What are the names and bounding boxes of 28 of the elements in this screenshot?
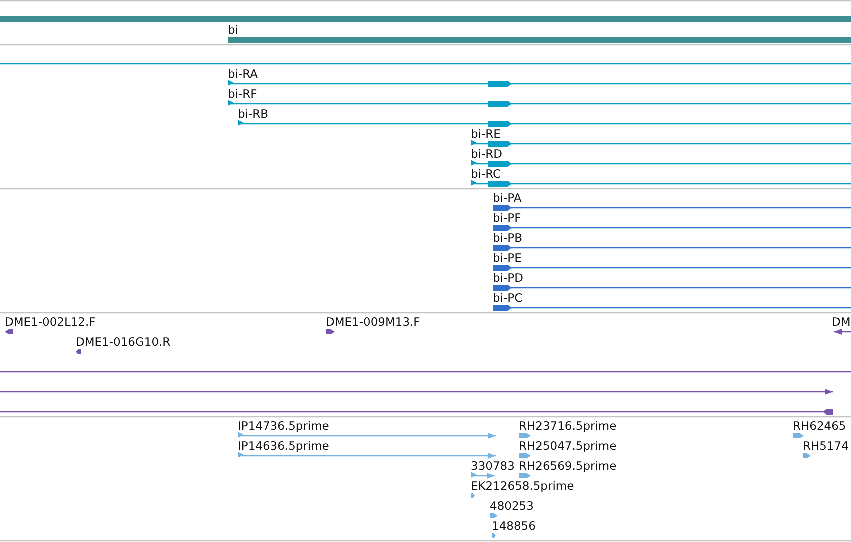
- feature-label: bi-PF: [493, 211, 522, 225]
- feature-label: DME1-016G10.R: [76, 335, 171, 349]
- feature-label: IP14636.5prime: [238, 439, 330, 453]
- feature-label: 148856: [492, 519, 536, 533]
- feature-label: RH23716.5prime: [519, 419, 617, 433]
- feature-label: bi-RC: [471, 167, 502, 181]
- feature-label: bi-RD: [471, 147, 502, 161]
- feature-label: bi-PC: [493, 291, 523, 305]
- feature-label: bi-PD: [493, 271, 524, 285]
- feature-label: bi-RF: [228, 87, 258, 101]
- feature-label: bi-RE: [471, 127, 501, 141]
- feature-label: EK212658.5prime: [471, 479, 574, 493]
- feature-label: bi: [228, 23, 238, 37]
- feature-label: bi-PB: [493, 231, 522, 245]
- feature-label: RH5174: [803, 439, 849, 453]
- feature-label: RH25047.5prime: [519, 439, 617, 453]
- feature-label: 480253: [490, 499, 534, 513]
- feature-label: DM: [832, 315, 851, 329]
- feature-label: DME1-002L12.F: [5, 315, 96, 329]
- feature-label: 330783: [471, 459, 515, 473]
- feature-label: bi-RA: [228, 67, 258, 81]
- feature-label: DME1-009M13.F: [326, 315, 420, 329]
- feature-label: RH62465: [793, 419, 846, 433]
- feature-label: IP14736.5prime: [238, 419, 330, 433]
- feature-label: bi-PE: [493, 251, 522, 265]
- feature-label: RH26569.5prime: [519, 459, 617, 473]
- feature-label: bi-PA: [493, 191, 522, 205]
- feature-label: bi-RB: [238, 107, 269, 121]
